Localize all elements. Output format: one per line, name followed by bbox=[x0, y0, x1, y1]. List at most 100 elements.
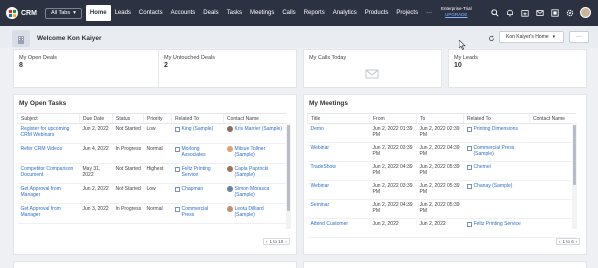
home-view-label: Kon Kaiyer's Home bbox=[506, 34, 549, 40]
stat-card-calls-today[interactable]: My Calls Today bbox=[303, 49, 442, 88]
account-icon bbox=[174, 187, 180, 192]
task-subject-link[interactable]: Competitor Comparison Document bbox=[21, 166, 74, 178]
meeting-title-link[interactable]: Seminar bbox=[311, 202, 330, 208]
related-link[interactable]: Chemel bbox=[466, 164, 528, 170]
table-row[interactable]: Get Approval from Manager Jun 3, 2022 In P… bbox=[17, 203, 286, 224]
all-tabs-dropdown[interactable]: All Tabs ▾ bbox=[44, 7, 82, 19]
stat-card-leads[interactable]: My Leads 10 bbox=[448, 49, 587, 88]
table-row[interactable]: Refer CRM Videos Jun 4, 2022 In Progress No… bbox=[17, 143, 286, 164]
upgrade-link[interactable]: UPGRADE bbox=[441, 12, 472, 18]
tasks-pager[interactable]: ‹ 1 to 10 › bbox=[263, 238, 290, 245]
search-icon[interactable] bbox=[490, 8, 499, 17]
tab-contacts[interactable]: Contacts bbox=[135, 0, 167, 26]
column-header[interactable]: Priority bbox=[143, 113, 172, 124]
settings-icon[interactable] bbox=[565, 8, 574, 17]
task-subject-link[interactable]: Get Approval from Manager bbox=[21, 186, 61, 198]
tab-reports[interactable]: Reports bbox=[300, 0, 329, 26]
table-row[interactable]: Register for upcoming CRM Webinars Jun 2,… bbox=[17, 123, 286, 144]
contact-link[interactable]: Capla Paprocki (Sample) bbox=[226, 166, 284, 178]
column-header[interactable]: Related To bbox=[171, 113, 224, 124]
column-header[interactable]: To bbox=[416, 113, 464, 124]
column-header[interactable]: Contact Name bbox=[529, 113, 576, 124]
tab-analytics[interactable]: Analytics bbox=[329, 0, 361, 26]
column-header[interactable]: From bbox=[369, 113, 417, 124]
meetings-scrollbar[interactable] bbox=[572, 123, 577, 229]
tab-leads[interactable]: Leads bbox=[111, 0, 135, 26]
stat-card-untouched-deals[interactable]: My Untouched Deals 2 bbox=[158, 49, 297, 88]
column-header[interactable]: Title bbox=[307, 113, 370, 124]
related-link[interactable]: Printing Dimensions bbox=[466, 126, 528, 132]
table-row[interactable]: Attend Customer Jun 2, 2022 Jun 2, 2022 Fel… bbox=[307, 218, 576, 238]
table-row[interactable]: Webinar Jun 2, 2022 03:39 PM Jun 2, 2022 0… bbox=[307, 180, 576, 200]
column-header[interactable]: Related To bbox=[463, 113, 530, 124]
tab-meetings[interactable]: Meetings bbox=[246, 0, 278, 26]
tasks-scrollbar[interactable] bbox=[286, 123, 291, 229]
marketplace-icon[interactable] bbox=[550, 8, 559, 17]
cell-related: King (Sample) bbox=[171, 123, 224, 144]
tab-tasks[interactable]: Tasks bbox=[223, 0, 246, 26]
task-subject-link[interactable]: Refer CRM Videos bbox=[21, 146, 63, 152]
table-row[interactable]: Seminar Jun 2, 2022 04:39 PM Jun 2, 2022 0… bbox=[307, 199, 576, 219]
more-options-button[interactable]: ··· bbox=[569, 31, 589, 43]
table-row[interactable]: Competitor Comparison Document May 31, 20… bbox=[17, 163, 286, 184]
tab-calls[interactable]: Calls bbox=[278, 0, 299, 26]
related-link[interactable]: Morlong Associates bbox=[174, 146, 222, 158]
cell-related: Chanay (Sample) bbox=[463, 180, 530, 200]
contact-link[interactable]: Simon Morasca (Sample) bbox=[226, 186, 284, 198]
scrollbar-thumb[interactable] bbox=[573, 125, 576, 185]
task-subject-link[interactable]: Get Approval from Manager bbox=[21, 206, 61, 218]
cell-contact bbox=[529, 142, 576, 162]
meeting-title-link[interactable]: Demo bbox=[311, 126, 324, 132]
table-row[interactable]: Webinar Jun 2, 2022 03:39 PM Jun 2, 2022 0… bbox=[307, 142, 576, 162]
table-row[interactable]: TradeShow Jun 2, 2022 04:39 PM Jun 2, 2022… bbox=[307, 161, 576, 181]
related-link[interactable]: Commercial Press (Sample) bbox=[466, 145, 528, 157]
cell-from: Jun 2, 2022 bbox=[369, 218, 417, 238]
table-row[interactable]: Demo Jun 2, 2022 01:39 PM Jun 2, 2022 02:3… bbox=[307, 123, 576, 143]
user-avatar[interactable] bbox=[580, 7, 591, 18]
mail-icon[interactable] bbox=[535, 8, 544, 17]
trial-info[interactable]: Enterprise-Trial UPGRADE bbox=[441, 6, 472, 18]
bell-icon[interactable] bbox=[505, 8, 514, 17]
related-link[interactable]: Commercial Press bbox=[174, 206, 222, 218]
contact-link[interactable]: Leota Dilliard (Sample) bbox=[226, 206, 284, 218]
chevron-right-icon[interactable]: › bbox=[576, 239, 578, 244]
cell-due: May 31, 2022 bbox=[79, 163, 113, 184]
column-header[interactable]: Due Date bbox=[79, 113, 113, 124]
related-link[interactable]: Feltz Printing Service bbox=[174, 166, 222, 178]
related-link[interactable]: Chapman bbox=[174, 186, 222, 192]
brand[interactable]: CRM bbox=[6, 7, 37, 19]
related-link[interactable]: King (Sample) bbox=[174, 126, 222, 132]
tab-accounts[interactable]: Accounts bbox=[167, 0, 200, 26]
home-view-select[interactable]: Kon Kaiyer's Home ▾ bbox=[499, 31, 564, 43]
meeting-title-link[interactable]: Attend Customer bbox=[311, 221, 349, 227]
chevron-right-icon[interactable]: › bbox=[285, 239, 287, 244]
related-link[interactable]: Feltz Printing Service bbox=[466, 221, 528, 227]
tab-deals[interactable]: Deals bbox=[199, 0, 222, 26]
welcome-text: Welcome Kon Kaiyer bbox=[37, 35, 102, 42]
meeting-title-link[interactable]: Webinar bbox=[311, 183, 330, 189]
calendar-plus-icon[interactable] bbox=[520, 8, 529, 17]
contact-link[interactable]: Mitsue Tollner (Sample) bbox=[226, 146, 284, 158]
refresh-icon[interactable] bbox=[488, 35, 495, 44]
column-header[interactable]: Subject bbox=[17, 113, 80, 124]
chevron-left-icon[interactable]: ‹ bbox=[559, 239, 561, 244]
related-link[interactable]: Chanay (Sample) bbox=[466, 183, 528, 189]
column-header[interactable]: Contact Name bbox=[223, 113, 286, 124]
cell-related: Feltz Printing Service bbox=[171, 163, 224, 184]
cell-priority: Highest bbox=[143, 163, 172, 184]
task-subject-link[interactable]: Register for upcoming CRM Webinars bbox=[21, 126, 70, 138]
table-row[interactable]: Get Approval from Manager Jun 2, 2022 Not … bbox=[17, 183, 286, 204]
tab-home[interactable]: Home bbox=[85, 5, 111, 21]
contact-link[interactable]: Kris Marrier (Sample) bbox=[226, 126, 284, 132]
tab-products[interactable]: Products bbox=[361, 0, 393, 26]
account-icon bbox=[174, 147, 180, 152]
meetings-panel: My Meetings Title From To Related To Contact… bbox=[303, 94, 587, 255]
chevron-left-icon[interactable]: ‹ bbox=[266, 239, 268, 244]
tab-projects[interactable]: Projects bbox=[392, 0, 422, 26]
meeting-title-link[interactable]: Webinar bbox=[311, 145, 330, 151]
meeting-title-link[interactable]: TradeShow bbox=[311, 164, 336, 170]
scrollbar-thumb[interactable] bbox=[287, 125, 290, 211]
column-header[interactable]: Status bbox=[112, 113, 144, 124]
meetings-pager[interactable]: ‹ 1 to 6 › bbox=[556, 238, 581, 245]
tab-more[interactable]: ··· bbox=[422, 0, 436, 26]
